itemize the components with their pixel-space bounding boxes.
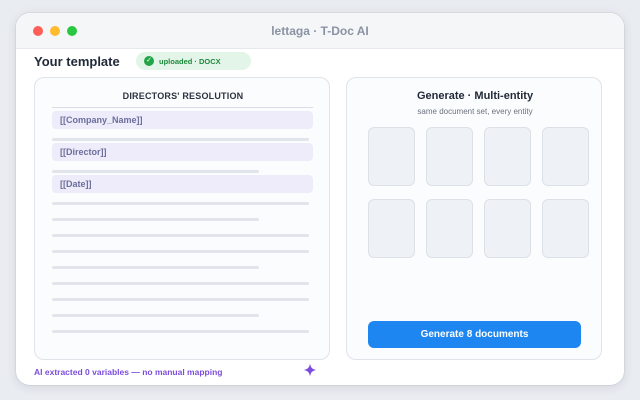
template-preview-panel: DIRECTORS' RESOLUTION [[Company_Name]] [… bbox=[34, 77, 330, 360]
text-line bbox=[52, 218, 259, 221]
text-line bbox=[52, 282, 309, 285]
field-date[interactable]: [[Date]] bbox=[52, 175, 313, 193]
document-tile[interactable] bbox=[484, 199, 531, 258]
text-line bbox=[52, 266, 259, 269]
app-window: lettaga · T-Doc AI Your template ✓ uploa… bbox=[16, 13, 624, 385]
title-bar: lettaga · T-Doc AI bbox=[16, 13, 624, 49]
text-line bbox=[52, 250, 309, 253]
document-tile[interactable] bbox=[368, 127, 415, 186]
ai-extraction-note: AI extracted 0 variables — no manual map… bbox=[34, 367, 223, 377]
text-line bbox=[52, 202, 309, 205]
text-line bbox=[52, 234, 309, 237]
generate-subtitle: same document set, every entity bbox=[417, 107, 533, 116]
document-tile[interactable] bbox=[484, 127, 531, 186]
window-title: lettaga · T-Doc AI bbox=[271, 24, 369, 38]
text-line bbox=[52, 170, 259, 173]
field-director[interactable]: [[Director]] bbox=[52, 143, 313, 161]
document-title: DIRECTORS' RESOLUTION bbox=[122, 91, 244, 101]
template-heading: Your template bbox=[34, 54, 120, 69]
document-tile[interactable] bbox=[368, 199, 415, 258]
text-line bbox=[52, 314, 259, 317]
check-icon: ✓ bbox=[144, 56, 154, 66]
text-line bbox=[52, 138, 309, 141]
document-tile[interactable] bbox=[542, 127, 589, 186]
upload-status-text: uploaded · DOCX bbox=[159, 56, 221, 66]
generate-panel: Generate · Multi-entity same document se… bbox=[346, 77, 602, 360]
text-line bbox=[52, 330, 309, 333]
upload-status-badge: ✓ uploaded · DOCX bbox=[136, 52, 251, 70]
document-tile[interactable] bbox=[426, 127, 473, 186]
sparkle-icon bbox=[303, 363, 317, 377]
text-line bbox=[52, 298, 309, 301]
document-tile[interactable] bbox=[542, 199, 589, 258]
generate-title: Generate · Multi-entity bbox=[416, 90, 534, 102]
document-tile[interactable] bbox=[426, 199, 473, 258]
generate-documents-button[interactable]: Generate 8 documents bbox=[368, 321, 581, 348]
field-company-name[interactable]: [[Company_Name]] bbox=[52, 111, 313, 129]
document-title-divider bbox=[52, 107, 313, 108]
